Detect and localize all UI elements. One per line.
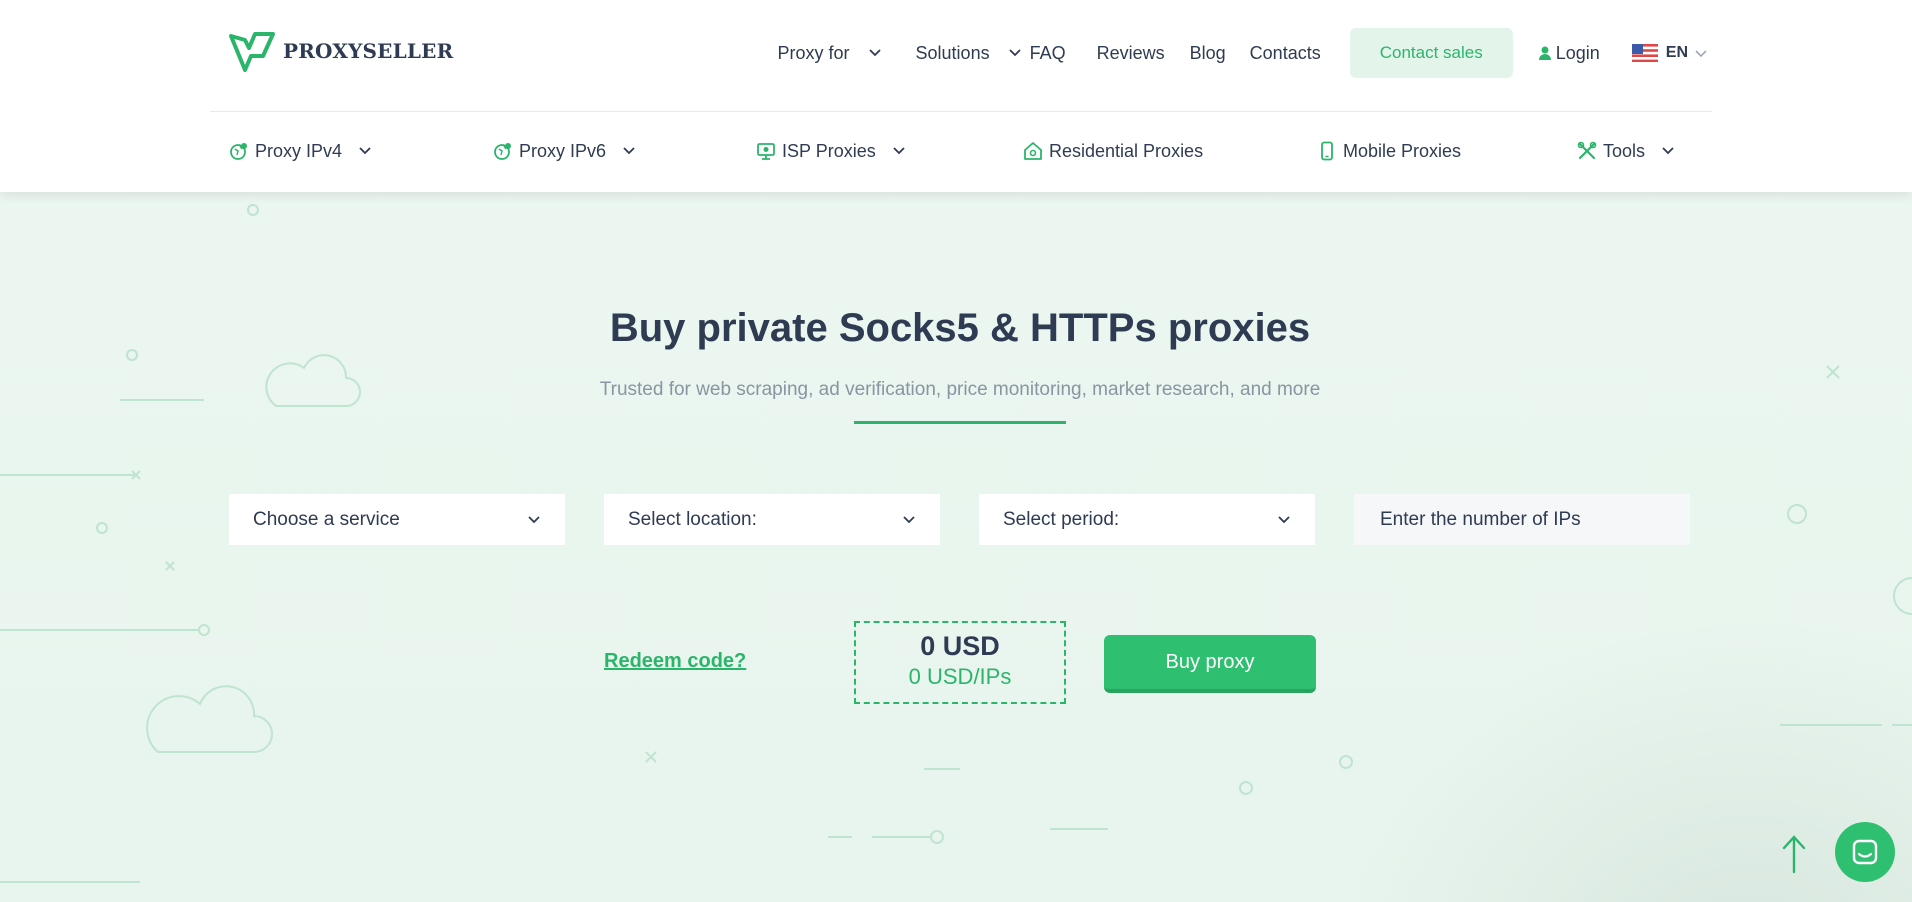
globe-icon <box>230 143 247 160</box>
location-select-value: Select location: <box>628 508 757 530</box>
background-decoration <box>0 204 1912 883</box>
page-title: Buy private Socks5 & HTTPs proxies <box>609 306 1311 350</box>
service-select-value: Choose a service <box>253 508 400 530</box>
chevron-down-icon <box>1008 49 1021 57</box>
chat-button[interactable] <box>1835 822 1895 882</box>
subnav-proxy-ipv6[interactable]: Proxy IPv6 <box>493 136 636 166</box>
header-divider <box>210 111 1712 112</box>
hero-background <box>0 192 1912 902</box>
redeem-code-link[interactable]: Redeem code? <box>604 650 746 673</box>
subnav-proxy-ipv4[interactable]: Proxy IPv4 <box>229 136 372 166</box>
page-subtitle: Trusted for web scraping, ad verificatio… <box>599 379 1321 400</box>
phone-icon <box>1321 141 1333 161</box>
chevron-down-icon <box>1278 515 1290 523</box>
chevron-down-icon <box>903 515 915 523</box>
chevron-down-icon <box>1662 147 1674 155</box>
login-label: Login <box>1555 42 1600 63</box>
buy-proxy-button[interactable]: Buy proxy <box>1104 635 1316 693</box>
subnav-residential-proxies[interactable]: Residential Proxies <box>1023 136 1203 166</box>
chevron-down-icon <box>623 147 635 155</box>
nav-solutions-label: Solutions <box>915 42 990 63</box>
price-per-ip: 0 USD/IPs <box>908 664 1012 689</box>
subnav-proxy-ipv6-label: Proxy IPv6 <box>519 140 607 161</box>
logo-icon <box>229 32 275 72</box>
ip-count-field <box>1354 494 1690 545</box>
login-link[interactable]: Login <box>1538 42 1600 64</box>
monitor-icon <box>757 143 775 160</box>
chat-icon <box>1852 839 1878 865</box>
nav-faq[interactable]: FAQ <box>1030 43 1066 64</box>
user-icon <box>1538 46 1551 60</box>
tools-icon <box>1577 141 1597 160</box>
nav-proxy-for[interactable]: Proxy for <box>778 43 882 64</box>
home-icon <box>1024 142 1042 160</box>
subnav-tools-label: Tools <box>1603 140 1646 161</box>
language-code: EN <box>1665 44 1688 61</box>
title-underline <box>854 421 1066 424</box>
logo-text: PROXYSELLER <box>283 39 454 63</box>
arrow-up-icon[interactable] <box>1780 834 1808 874</box>
period-select[interactable]: Select period: <box>979 494 1315 545</box>
site-header: PROXYSELLER Proxy for Solutions FAQ Revi… <box>0 0 1912 192</box>
chevron-down-icon <box>359 147 371 155</box>
ip-count-input[interactable] <box>1378 507 1666 532</box>
subnav-residential-proxies-label: Residential Proxies <box>1049 140 1204 161</box>
subnav-mobile-proxies-label: Mobile Proxies <box>1343 140 1462 161</box>
nav-proxy-for-label: Proxy for <box>777 42 850 63</box>
chevron-down-icon <box>1695 50 1707 58</box>
subnav-proxy-ipv4-label: Proxy IPv4 <box>255 140 343 161</box>
chevron-down-icon <box>528 515 540 523</box>
language-selector[interactable]: EN <box>1631 44 1708 62</box>
nav-solutions[interactable]: Solutions <box>916 43 1022 64</box>
service-select[interactable]: Choose a service <box>229 494 565 545</box>
subnav-tools[interactable]: Tools <box>1577 136 1675 166</box>
subnav-isp-proxies[interactable]: ISP Proxies <box>756 136 906 166</box>
nav-contacts[interactable]: Contacts <box>1250 43 1321 64</box>
product-navigation: Proxy IPv4 Proxy IPv6 ISP Proxies Reside… <box>229 136 1679 166</box>
period-select-value: Select period: <box>1003 508 1120 530</box>
chevron-down-icon <box>868 49 881 57</box>
chevron-down-icon <box>893 147 905 155</box>
nav-blog[interactable]: Blog <box>1190 43 1226 64</box>
logo[interactable]: PROXYSELLER <box>229 30 453 72</box>
contact-sales-button[interactable]: Contact sales <box>1349 28 1513 78</box>
location-select[interactable]: Select location: <box>604 494 940 545</box>
top-navigation: Proxy for Solutions FAQ Reviews Blog Con… <box>778 28 1709 78</box>
us-flag-icon <box>1631 44 1658 62</box>
globe-icon <box>494 143 511 160</box>
subnav-isp-proxies-label: ISP Proxies <box>782 140 876 161</box>
nav-reviews[interactable]: Reviews <box>1097 43 1165 64</box>
subnav-mobile-proxies[interactable]: Mobile Proxies <box>1317 136 1461 166</box>
total-price: 0 USD <box>920 631 1000 661</box>
price-summary: 0 USD 0 USD/IPs <box>854 621 1066 704</box>
